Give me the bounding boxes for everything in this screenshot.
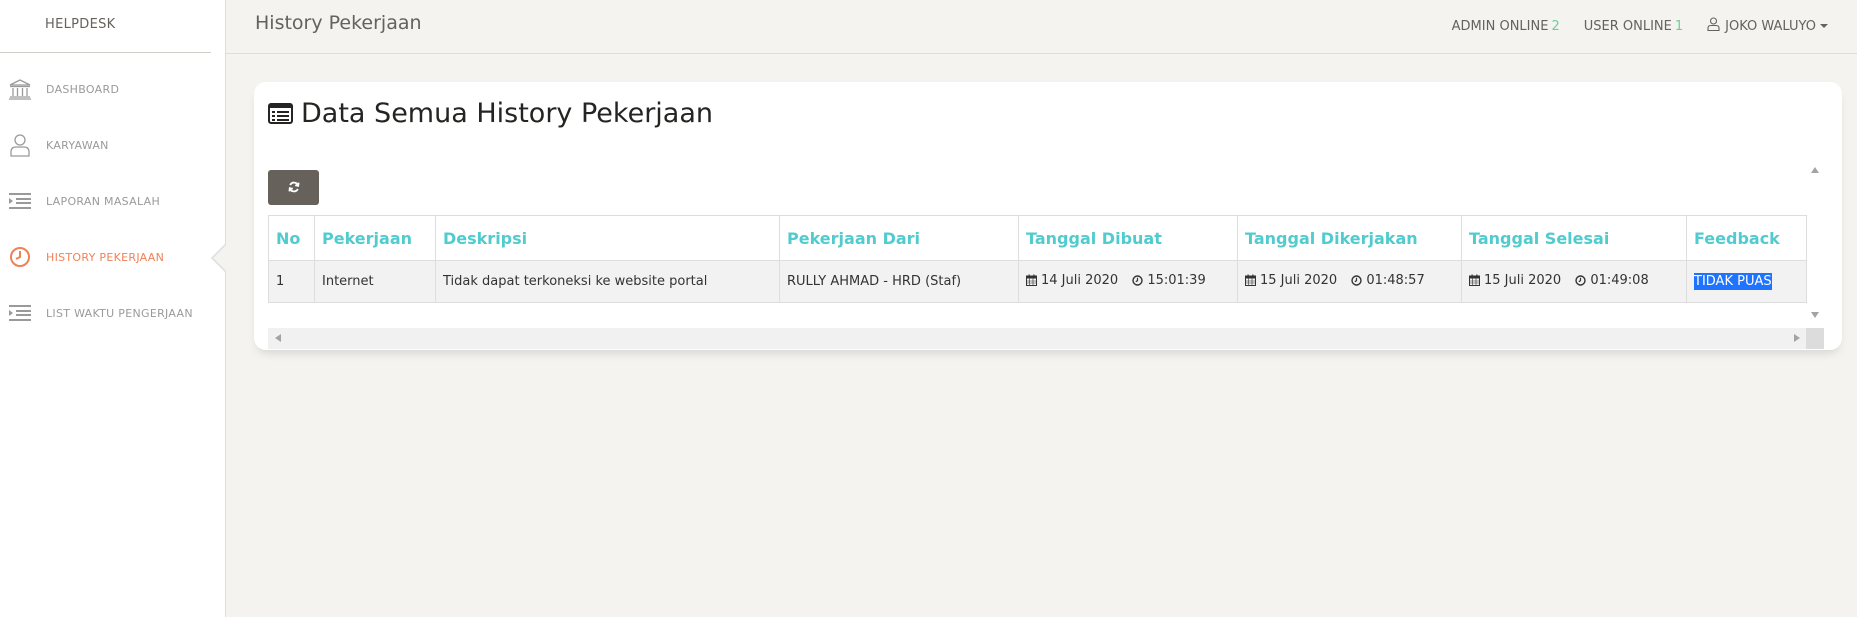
date-text: 15 Juli 2020 — [1484, 272, 1562, 288]
caret-down-icon — [1820, 24, 1828, 28]
page-title: History Pekerjaan — [255, 12, 422, 34]
refresh-icon — [288, 178, 300, 197]
refresh-button[interactable] — [268, 170, 319, 205]
admin-online-status[interactable]: ADMIN ONLINE 2 — [1452, 19, 1560, 34]
date-text: 15 Juli 2020 — [1260, 272, 1338, 288]
sidebar-item-label: LAPORAN MASALAH — [46, 194, 161, 208]
column-header-no[interactable]: No — [268, 215, 315, 261]
list-icon — [8, 301, 32, 325]
admin-online-label: ADMIN ONLINE — [1451, 18, 1549, 34]
column-header-pekerjaan-dari[interactable]: Pekerjaan Dari — [779, 215, 1019, 261]
history-table: No Pekerjaan Deskripsi Pekerjaan Dari Ta… — [268, 215, 1807, 303]
list-icon — [8, 189, 32, 213]
cell-pekerjaan: Internet — [314, 260, 436, 303]
list-alt-icon — [268, 103, 293, 124]
cell-tanggal-dibuat: 14 Juli 2020 15:01:39 — [1018, 260, 1238, 303]
time-value: 01:49:08 — [1575, 273, 1649, 289]
scroll-up-icon[interactable] — [1811, 167, 1819, 173]
cell-tanggal-selesai: 15 Juli 2020 01:49:08 — [1461, 260, 1687, 303]
clock-icon — [1132, 275, 1144, 286]
cell-deskripsi: Tidak dapat terkoneksi ke website portal — [435, 260, 780, 303]
date-value: 14 Juli 2020 — [1026, 273, 1118, 288]
scroll-down-icon[interactable] — [1811, 312, 1819, 318]
column-header-tanggal-selesai[interactable]: Tanggal Selesai — [1461, 215, 1687, 261]
cell-tanggal-dikerjakan: 15 Juli 2020 01:48:57 — [1237, 260, 1462, 303]
user-menu-dropdown[interactable]: JOKO WALUYO — [1707, 17, 1828, 35]
sidebar-item-dashboard[interactable]: DASHBOARD — [0, 61, 225, 117]
sidebar-item-label: DASHBOARD — [46, 82, 120, 96]
user-icon — [1707, 17, 1725, 35]
scroll-right-icon[interactable] — [1794, 334, 1800, 342]
user-online-count: 1 — [1674, 18, 1684, 34]
date-value: 15 Juli 2020 — [1469, 273, 1561, 288]
sidebar-item-laporan-masalah[interactable]: LAPORAN MASALAH — [0, 173, 225, 229]
user-icon — [8, 133, 32, 157]
column-header-tanggal-dibuat[interactable]: Tanggal Dibuat — [1018, 215, 1238, 261]
calendar-icon — [1026, 274, 1037, 287]
time-text: 15:01:39 — [1147, 273, 1206, 289]
time-text: 01:49:08 — [1590, 273, 1649, 289]
column-header-pekerjaan[interactable]: Pekerjaan — [314, 215, 436, 261]
column-header-deskripsi[interactable]: Deskripsi — [435, 215, 780, 261]
table-row: 1 Internet Tidak dapat terkoneksi ke web… — [268, 260, 1807, 303]
cell-feedback: TIDAK PUAS — [1686, 260, 1807, 303]
vertical-scrollbar[interactable] — [1806, 160, 1824, 330]
sidebar-item-list-waktu-pengerjaan[interactable]: LIST WAKTU PENGERJAAN — [0, 285, 225, 341]
column-header-tanggal-dikerjakan[interactable]: Tanggal Dikerjakan — [1237, 215, 1462, 261]
cell-no: 1 — [268, 260, 315, 303]
time-text: 01:48:57 — [1366, 273, 1425, 289]
card-title: Data Semua History Pekerjaan — [268, 98, 713, 129]
time-value: 15:01:39 — [1132, 273, 1206, 289]
user-name: JOKO WALUYO — [1725, 18, 1816, 34]
sidebar-item-history-pekerjaan[interactable]: HISTORY PEKERJAAN — [0, 229, 226, 285]
feedback-text: TIDAK PUAS — [1694, 273, 1772, 290]
time-value: 01:48:57 — [1351, 273, 1425, 289]
sidebar-item-karyawan[interactable]: KARYAWAN — [0, 117, 225, 173]
clock-icon — [1351, 275, 1363, 286]
user-online-label: USER ONLINE — [1583, 18, 1672, 34]
table-header-row: No Pekerjaan Deskripsi Pekerjaan Dari Ta… — [268, 215, 1807, 261]
navbar-right: ADMIN ONLINE 2 USER ONLINE 1 JOKO WALUYO — [1428, 17, 1828, 35]
horizontal-scrollbar[interactable] — [268, 328, 1806, 349]
date-text: 14 Juli 2020 — [1041, 272, 1119, 288]
calendar-icon — [1469, 274, 1480, 287]
sidebar-item-label: KARYAWAN — [46, 138, 109, 152]
clock-icon — [1575, 275, 1587, 286]
bank-icon — [8, 77, 32, 101]
sidebar-item-label: LIST WAKTU PENGERJAAN — [46, 306, 193, 320]
cell-pekerjaan-dari: RULLY AHMAD - HRD (Staf) — [779, 260, 1019, 303]
scroll-corner — [1806, 328, 1824, 349]
sidebar-nav: DASHBOARD KARYAWAN LAPORAN MASALAH HISTO… — [0, 61, 226, 341]
admin-online-count: 2 — [1551, 18, 1560, 34]
card-title-text: Data Semua History Pekerjaan — [301, 98, 714, 129]
date-value: 15 Juli 2020 — [1245, 273, 1337, 288]
column-header-feedback[interactable]: Feedback — [1686, 215, 1807, 261]
clock-icon — [8, 245, 32, 269]
brand-logo[interactable]: HELPDESK — [0, 0, 211, 53]
user-online-status[interactable]: USER ONLINE 1 — [1584, 19, 1683, 34]
calendar-icon — [1245, 274, 1256, 287]
sidebar-item-label: HISTORY PEKERJAAN — [46, 250, 165, 264]
top-navbar: History Pekerjaan ADMIN ONLINE 2 USER ONL… — [226, 0, 1857, 54]
sidebar: HELPDESK DASHBOARD KARYAWAN LAPORAN MASA… — [0, 0, 226, 617]
scroll-left-icon[interactable] — [275, 334, 281, 342]
